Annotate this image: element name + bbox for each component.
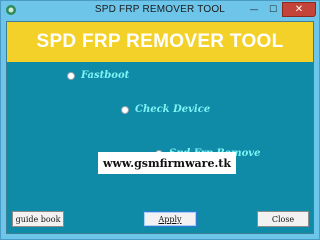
window-controls: — ☐ ✕ xyxy=(244,2,316,17)
radio-label-check-device: Check Device xyxy=(135,104,211,115)
banner-title: SPD FRP REMOVER TOOL xyxy=(36,31,284,52)
guide-book-button[interactable]: guide book xyxy=(12,211,64,227)
radio-label-fastboot: Fastboot xyxy=(81,70,130,81)
close-label: Close xyxy=(271,214,295,224)
guide-book-label: guide book xyxy=(15,214,61,224)
radio-check-device[interactable]: Check Device xyxy=(121,104,210,115)
app-window: SPD FRP REMOVER TOOL — ☐ ✕ SPD FRP REMOV… xyxy=(0,0,320,240)
maximize-button[interactable]: ☐ xyxy=(264,2,282,17)
title-bar[interactable]: SPD FRP REMOVER TOOL — ☐ ✕ xyxy=(1,1,319,21)
close-window-button[interactable]: ✕ xyxy=(282,2,316,17)
client-area: SPD FRP REMOVER TOOL Fastboot Check Devi… xyxy=(6,21,314,234)
apply-label: Apply xyxy=(158,214,182,224)
close-button[interactable]: Close xyxy=(257,211,309,227)
minimize-button[interactable]: — xyxy=(244,2,264,17)
radio-button[interactable] xyxy=(67,71,75,80)
website-label: www.gsmfirmware.tk xyxy=(98,152,236,174)
apply-button[interactable]: Apply xyxy=(143,211,197,227)
radio-button[interactable] xyxy=(121,105,129,114)
radio-fastboot[interactable]: Fastboot xyxy=(67,70,129,81)
header-banner: SPD FRP REMOVER TOOL xyxy=(7,22,313,62)
